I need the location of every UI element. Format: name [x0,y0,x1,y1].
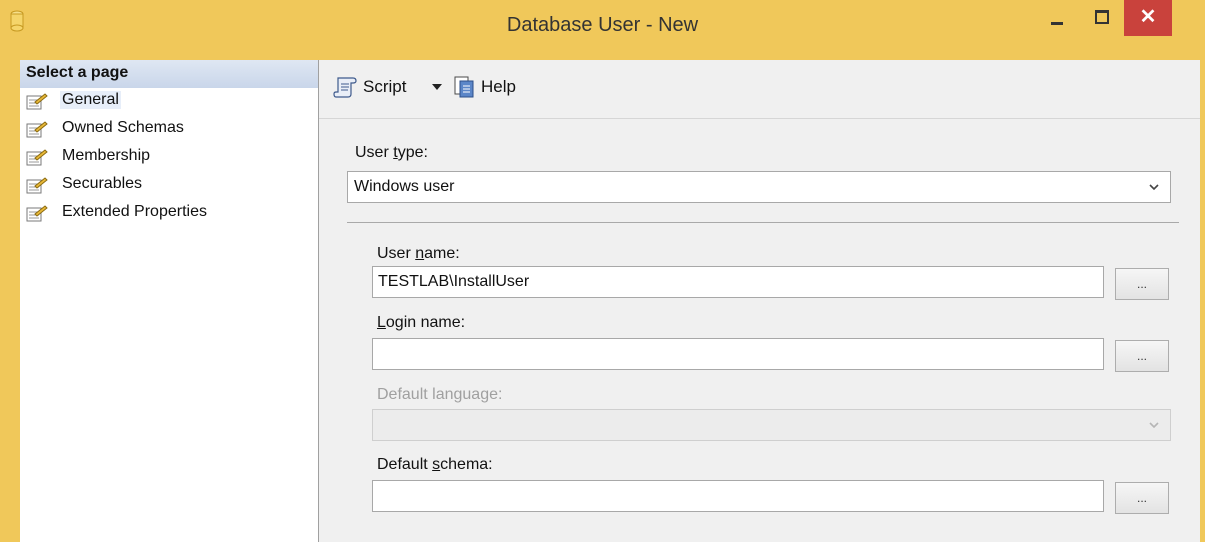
page-item-label: Owned Schemas [62,119,184,136]
help-label: Help [481,77,516,96]
page-item-owned-schemas[interactable]: Owned Schemas [24,116,314,142]
maximize-icon [1095,10,1109,24]
browse-label: ... [1136,491,1147,505]
minimize-icon [1051,22,1063,25]
script-icon [333,77,357,98]
user-name-value: TESTLAB\InstallUser [378,273,530,290]
close-icon: ✕ [1139,6,1157,28]
help-button[interactable]: Help [453,74,533,102]
dialog-client: Select a page General Owned Schemas Memb… [20,60,1200,542]
properties-page-icon [26,205,48,222]
page-item-membership[interactable]: Membership [24,144,314,170]
default-schema-label: Default schema: [377,456,493,473]
properties-page-icon [26,149,48,166]
user-name-label: User name: [377,245,460,262]
browse-label: ... [1136,277,1147,291]
user-type-value: Windows user [354,178,455,195]
chevron-down-icon [1149,422,1159,429]
user-name-browse-button[interactable]: ... [1115,268,1169,300]
default-schema-input[interactable] [372,480,1104,512]
page-item-label: Securables [62,175,143,192]
help-icon [454,76,474,98]
general-page-content: User type: Windows user User name: TESTL… [319,119,1200,542]
window-title: Database User - New [506,14,699,36]
user-type-select[interactable]: Windows user [347,171,1171,203]
default-language-label: Default language: [377,386,503,403]
default-language-select [372,409,1171,441]
login-name-input[interactable] [372,338,1104,370]
properties-page-icon [26,177,48,194]
user-name-input[interactable]: TESTLAB\InstallUser [372,266,1104,298]
close-button[interactable]: ✕ [1124,0,1172,36]
page-selector-panel: Select a page General Owned Schemas Memb… [20,60,319,542]
page-item-label: Membership [62,147,151,164]
properties-page-icon [26,121,48,138]
login-name-label: Login name: [377,314,466,331]
login-name-browse-button[interactable]: ... [1115,340,1169,372]
maximize-button[interactable] [1080,0,1124,36]
chevron-down-icon [1149,184,1159,191]
page-selector-header: Select a page [20,60,318,88]
default-schema-browse-button[interactable]: ... [1115,482,1169,514]
title-bar: Database User - New ✕ [0,0,1205,50]
toolbar: Script Help [319,60,1200,119]
minimize-button[interactable] [1036,0,1080,36]
page-item-label: General [60,91,121,109]
separator [347,222,1179,223]
page-selector-title: Select a page [26,64,129,81]
script-button[interactable]: Script [333,74,459,102]
user-type-label: User type: [355,144,428,161]
page-item-general[interactable]: General [24,88,314,114]
page-item-extended-properties[interactable]: Extended Properties [24,200,314,226]
page-item-securables[interactable]: Securables [24,172,314,198]
page-item-label: Extended Properties [62,203,207,220]
dropdown-arrow-icon [432,84,442,90]
script-label: Script [363,77,407,96]
properties-page-icon [26,93,48,110]
browse-label: ... [1136,349,1147,363]
